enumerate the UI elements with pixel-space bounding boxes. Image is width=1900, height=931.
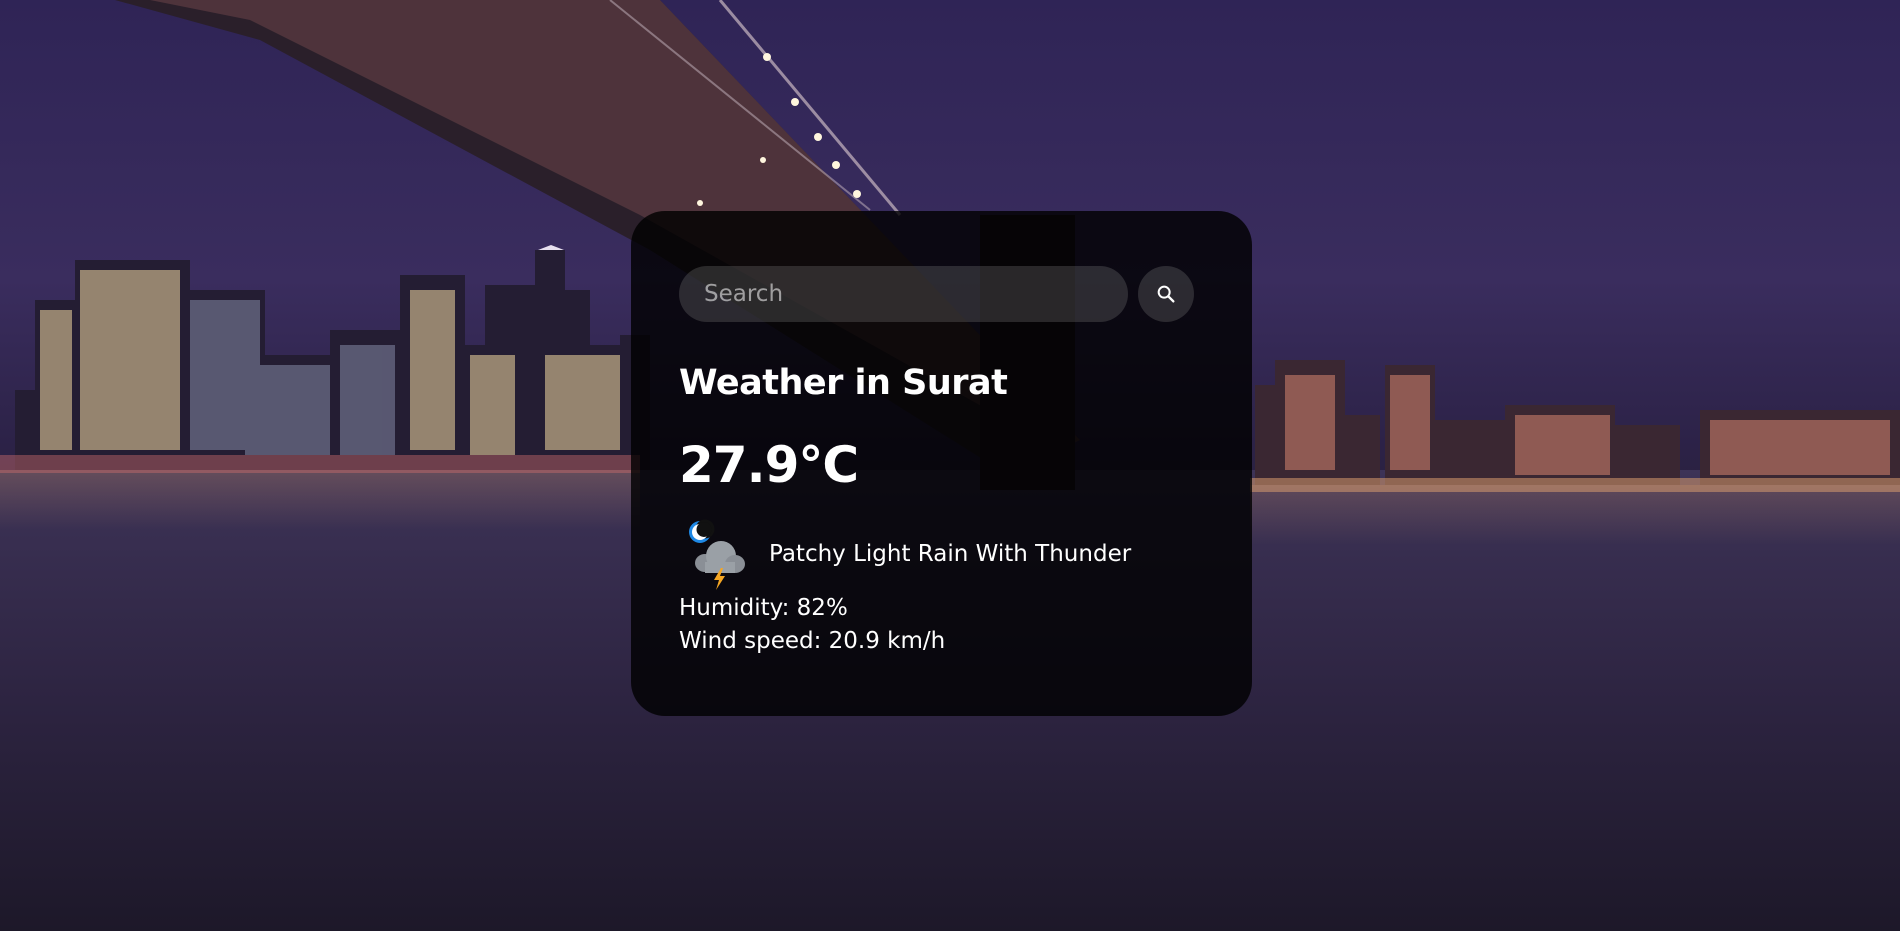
- search-bar: [679, 266, 1194, 322]
- search-input[interactable]: [679, 266, 1129, 322]
- humidity-text: Humidity: 82%: [679, 594, 848, 621]
- search-icon: [1157, 285, 1175, 303]
- night-thunder-rain-icon: [689, 519, 745, 590]
- wind-speed-text: Wind speed: 20.9 km/h: [679, 627, 946, 654]
- weather-details: Humidity: 82% Wind speed: 20.9 km/h: [679, 592, 1194, 658]
- city-title: Weather in Surat: [679, 363, 1008, 403]
- condition-row: Patchy Light Rain With Thunder: [679, 518, 1194, 590]
- weather-card: Weather in Surat 27.9°C Patchy Light Rai…: [631, 211, 1252, 716]
- temperature: 27.9°C: [679, 435, 859, 494]
- condition-text: Patchy Light Rain With Thunder: [769, 540, 1132, 567]
- search-button[interactable]: [1138, 266, 1194, 322]
